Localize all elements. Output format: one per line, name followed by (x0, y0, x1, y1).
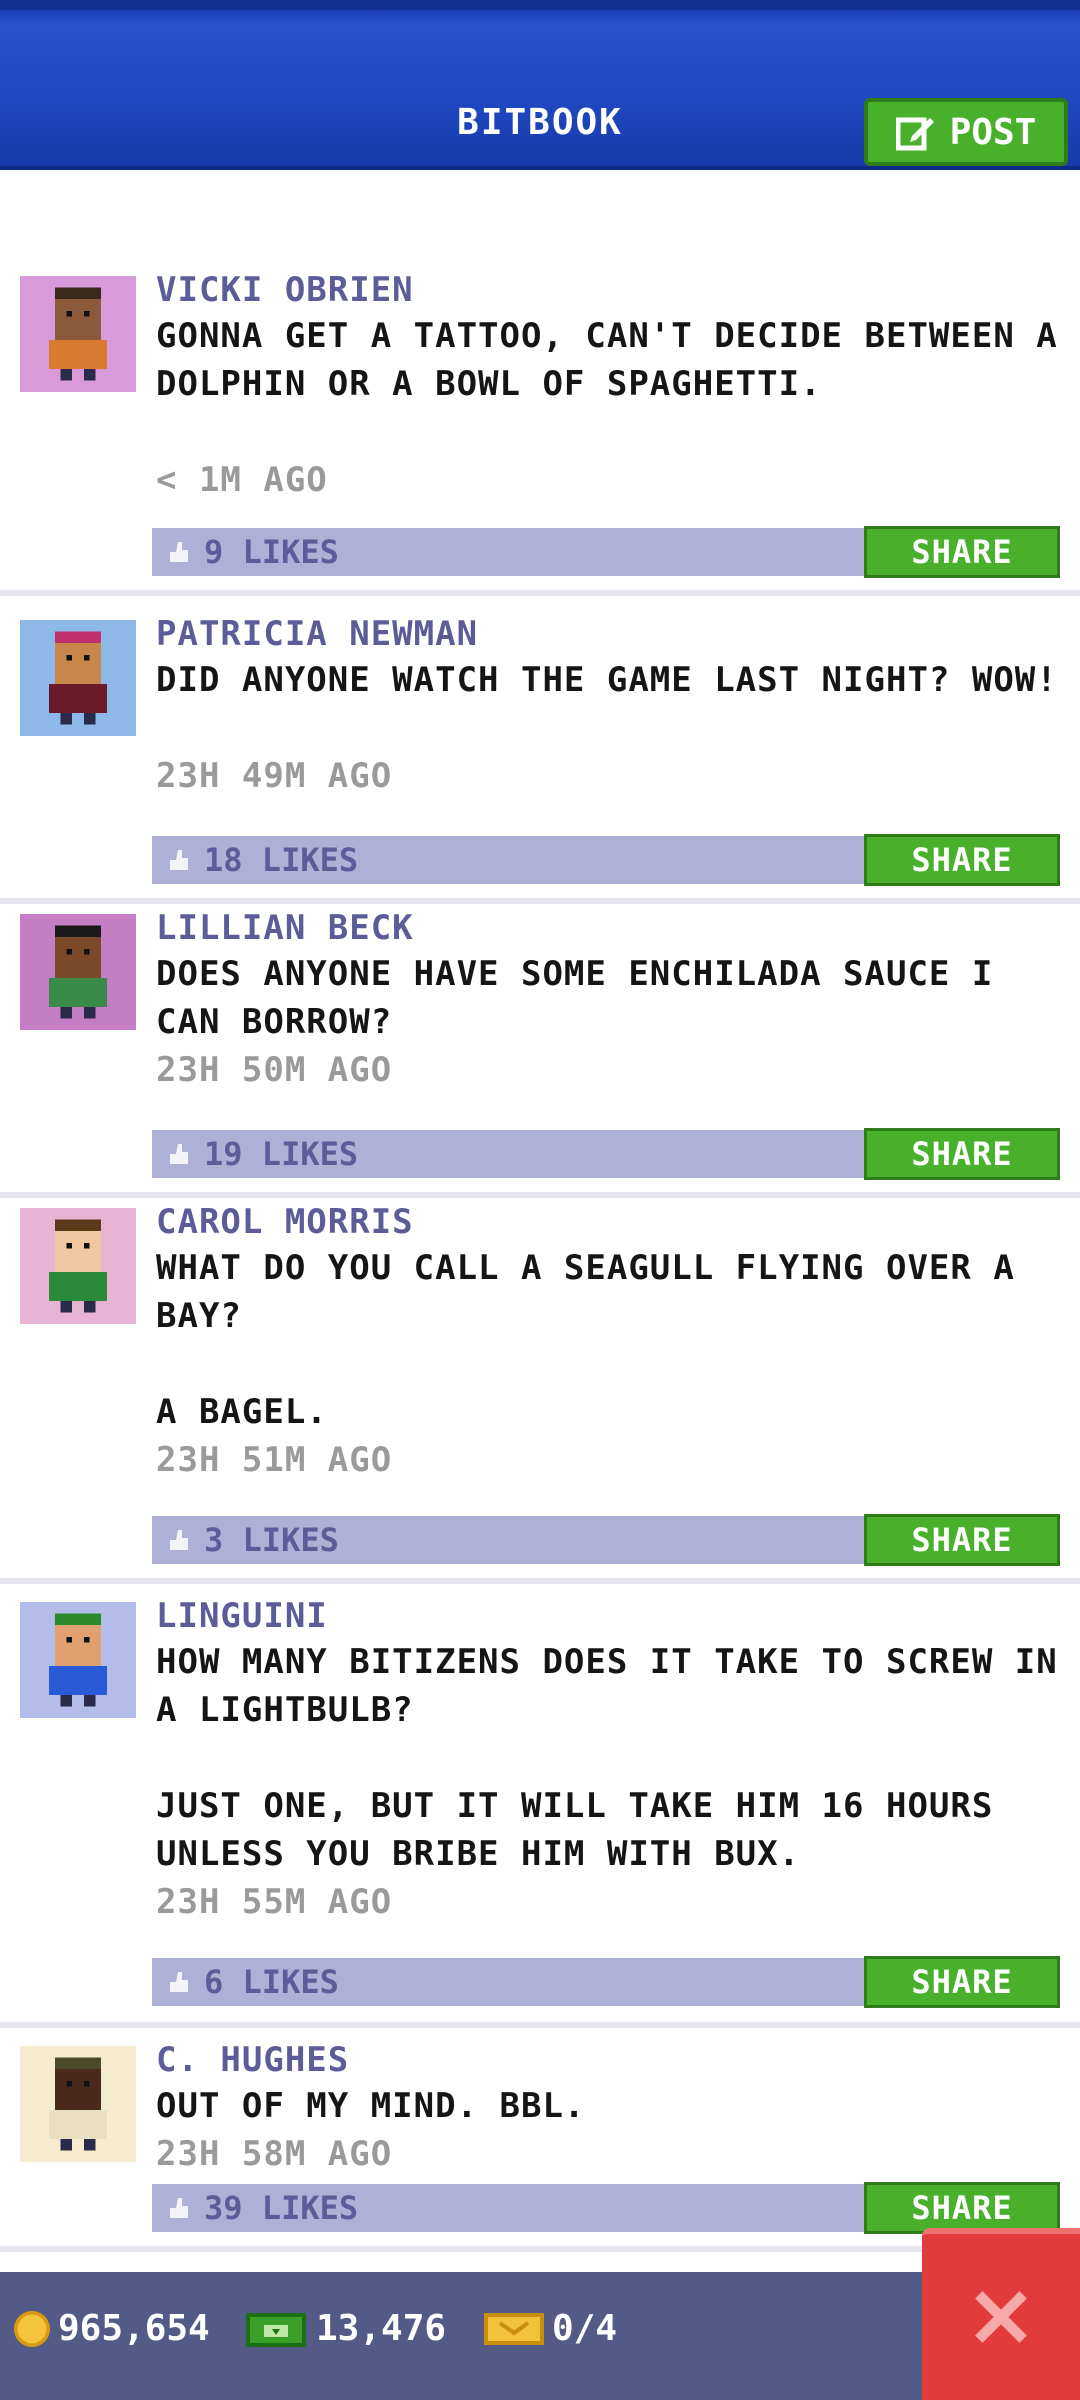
close-icon (975, 2291, 1027, 2343)
likes-count: 18 LIKES (204, 841, 359, 879)
thumbs-up-icon[interactable] (166, 1142, 190, 1166)
like-bar[interactable]: 19 LIKES SHARE (152, 1128, 1060, 1180)
feed-post: LILLIAN BECK DOES ANYONE HAVE SOME ENCHI… (0, 898, 1080, 1198)
divider (0, 2022, 1080, 2028)
divider (0, 2246, 1080, 2252)
post-message: WHAT DO YOU CALL A SEAGULL FLYING OVER A… (156, 1248, 1015, 1432)
share-button[interactable]: SHARE (864, 2182, 1060, 2234)
like-bar[interactable]: 6 LIKES SHARE (152, 1956, 1060, 2008)
coins-value: 965,654 (58, 2308, 210, 2349)
like-bar[interactable]: 18 LIKES SHARE (152, 834, 1060, 886)
post-message: GONNA GET A TATTOO, CAN'T DECIDE BETWEEN… (156, 316, 1058, 404)
post-message: OUT OF MY MIND. BBL. (156, 2086, 586, 2126)
post-time: 23H 49M AGO (156, 756, 393, 796)
like-bar[interactable]: 3 LIKES SHARE (152, 1514, 1060, 1566)
tickets-stat: 0/4 (484, 2308, 617, 2349)
thumbs-up-icon[interactable] (166, 2196, 190, 2220)
avatar[interactable] (20, 276, 136, 392)
post-author[interactable]: C. HUGHES (156, 2040, 349, 2080)
post-time: < 1M AGO (156, 460, 328, 500)
post-author[interactable]: CAROL MORRIS (156, 1202, 414, 1242)
feed-post: VICKI OBRIEN GONNA GET A TATTOO, CAN'T D… (0, 260, 1080, 596)
post-button[interactable]: POST (864, 98, 1068, 166)
coins-stat: 965,654 (14, 2308, 210, 2349)
feed-post: LINGUINI HOW MANY BITIZENS DOES IT TAKE … (0, 1586, 1080, 2028)
top-bar: BITBOOK POST (0, 0, 1080, 170)
share-button[interactable]: SHARE (864, 1514, 1060, 1566)
post-time: 23H 50M AGO (156, 1050, 393, 1090)
like-bar[interactable]: 39 LIKES SHARE (152, 2182, 1060, 2234)
avatar[interactable] (20, 620, 136, 736)
feed-post: PATRICIA NEWMAN DID ANYONE WATCH THE GAM… (0, 604, 1080, 904)
coin-icon (14, 2310, 50, 2347)
likes-count: 19 LIKES (204, 1135, 359, 1173)
likes-count: 3 LIKES (204, 1521, 339, 1559)
divider (0, 590, 1080, 596)
share-button[interactable]: SHARE (864, 1128, 1060, 1180)
post-message: HOW MANY BITIZENS DOES IT TAKE TO SCREW … (156, 1642, 1058, 1874)
avatar[interactable] (20, 914, 136, 1030)
post-message: DOES ANYONE HAVE SOME ENCHILADA SAUCE I … (156, 954, 994, 1042)
divider (0, 1578, 1080, 1584)
bux-value: 13,476 (316, 2308, 447, 2349)
thumbs-up-icon[interactable] (166, 1970, 190, 1994)
post-message: DID ANYONE WATCH THE GAME LAST NIGHT? WO… (156, 660, 1058, 700)
post-author[interactable]: LINGUINI (156, 1596, 328, 1636)
close-button[interactable] (922, 2228, 1080, 2400)
post-author[interactable]: VICKI OBRIEN (156, 270, 414, 310)
bux-stat: 13,476 (244, 2308, 446, 2349)
tickets-value: 0/4 (552, 2308, 618, 2349)
avatar[interactable] (20, 1208, 136, 1324)
thumbs-up-icon[interactable] (166, 848, 190, 872)
share-button[interactable]: SHARE (864, 526, 1060, 578)
ticket-icon (484, 2312, 544, 2345)
post-time: 23H 55M AGO (156, 1882, 393, 1922)
currency-bar: 965,654 13,476 0/4 (0, 2272, 1080, 2400)
post-time: 23H 58M AGO (156, 2134, 393, 2174)
post-author[interactable]: LILLIAN BECK (156, 908, 414, 948)
post-author[interactable]: PATRICIA NEWMAN (156, 614, 478, 654)
post-time: 23H 51M AGO (156, 1440, 393, 1480)
feed-post: CAROL MORRIS WHAT DO YOU CALL A SEAGULL … (0, 1192, 1080, 1584)
bux-icon (246, 2312, 306, 2347)
likes-count: 9 LIKES (204, 533, 339, 571)
post-button-label: POST (949, 111, 1037, 153)
thumbs-up-icon[interactable] (166, 1528, 190, 1552)
avatar[interactable] (20, 2046, 136, 2162)
feed-post: C. HUGHES OUT OF MY MIND. BBL. 23H 58M A… (0, 2030, 1080, 2252)
likes-count: 6 LIKES (204, 1963, 339, 2001)
share-button[interactable]: SHARE (864, 834, 1060, 886)
likes-count: 39 LIKES (204, 2189, 359, 2227)
avatar[interactable] (20, 1602, 136, 1718)
thumbs-up-icon[interactable] (166, 540, 190, 564)
like-bar[interactable]: 9 LIKES SHARE (152, 526, 1060, 578)
edit-icon (895, 117, 934, 151)
share-button[interactable]: SHARE (864, 1956, 1060, 2008)
